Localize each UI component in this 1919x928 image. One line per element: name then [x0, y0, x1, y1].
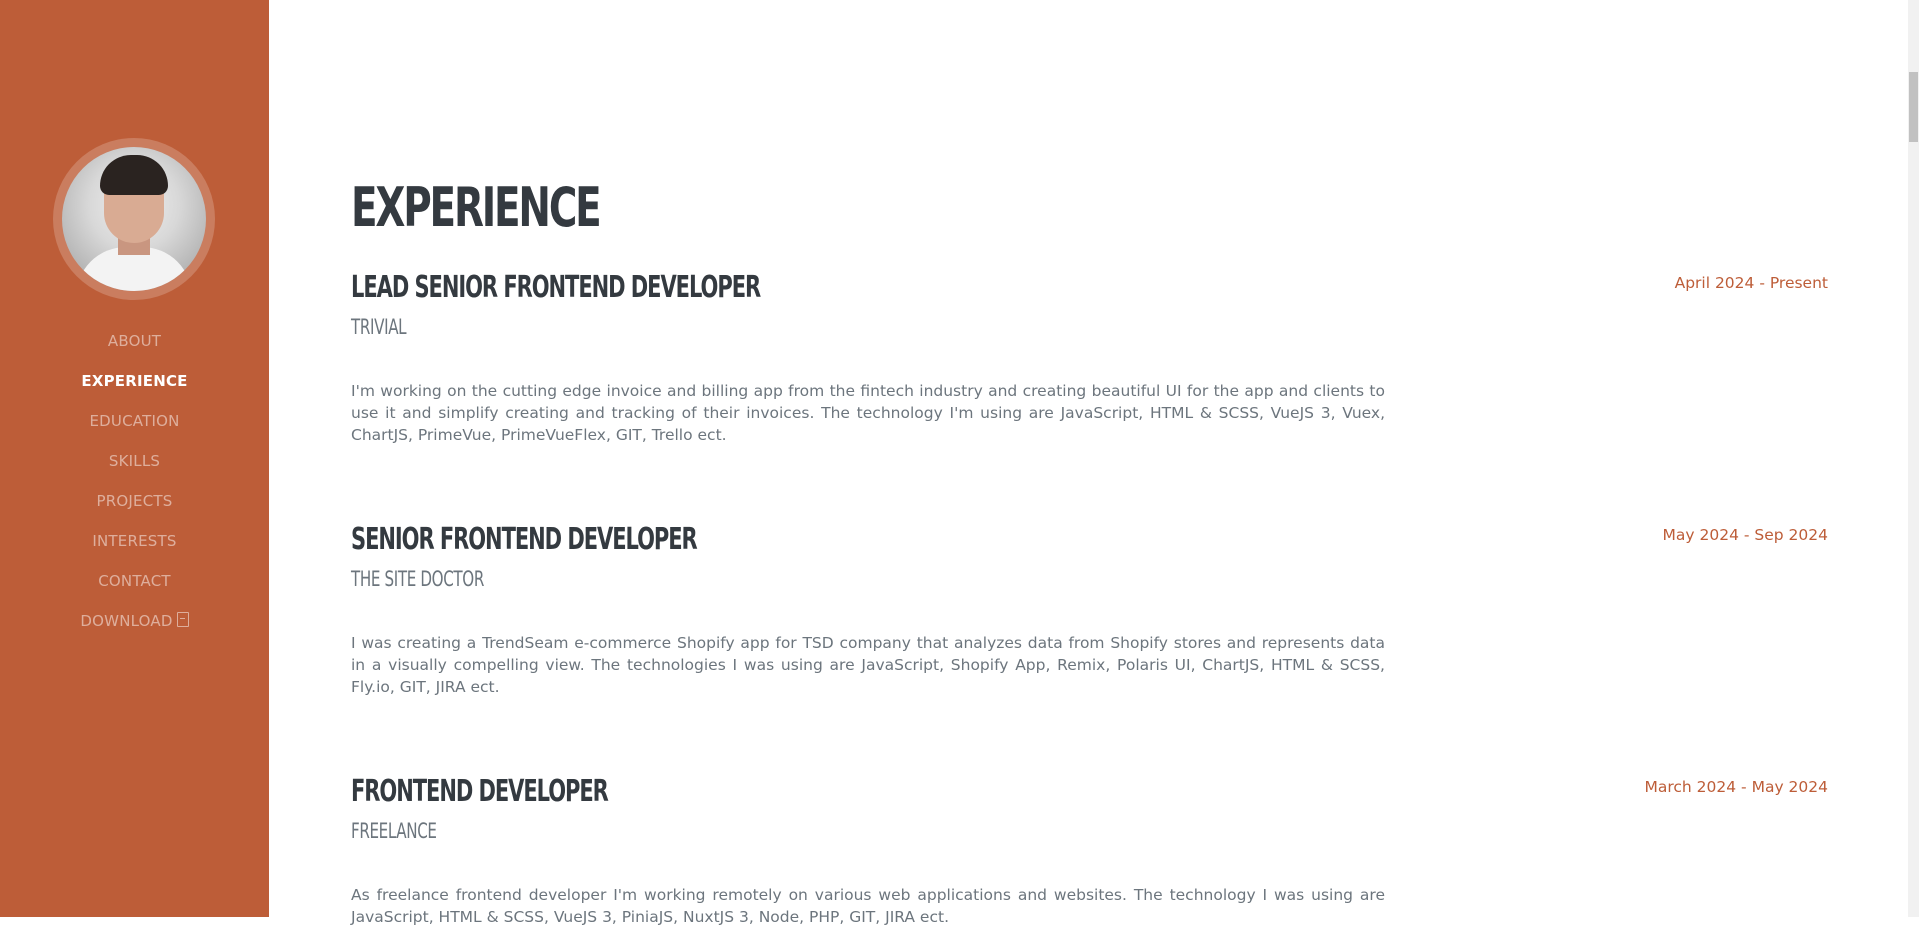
job-date: March 2024 - May 2024 [1644, 778, 1829, 796]
company-name: TRIVIAL [351, 315, 407, 339]
section-title: EXPERIENCE [351, 176, 602, 239]
sidebar-nav: ABOUT EXPERIENCE EDUCATION SKILLS PROJEC… [0, 321, 269, 641]
nav-item-contact[interactable]: CONTACT [0, 561, 269, 601]
job-title: SENIOR FRONTEND DEVELOPER [351, 522, 698, 557]
nav-item-label: EXPERIENCE [81, 372, 188, 390]
profile-photo [62, 147, 206, 291]
job-date: April 2024 - Present [1674, 274, 1828, 292]
nav-item-label: EDUCATION [89, 412, 180, 430]
company-name: FREELANCE [351, 819, 437, 843]
job-title: FRONTEND DEVELOPER [351, 774, 609, 809]
nav-item-experience[interactable]: EXPERIENCE [0, 361, 269, 401]
scrollbar-thumb[interactable] [1909, 72, 1918, 142]
profile-avatar [53, 138, 215, 300]
nav-item-skills[interactable]: SKILLS [0, 441, 269, 481]
job-description: As freelance frontend developer I'm work… [351, 886, 1385, 926]
nav-item-label: CONTACT [98, 572, 171, 590]
nav-item-about[interactable]: ABOUT [0, 321, 269, 361]
sidebar: ABOUT EXPERIENCE EDUCATION SKILLS PROJEC… [0, 0, 269, 917]
job-description: I was creating a TrendSeam e-commerce Sh… [351, 634, 1385, 696]
company-name: THE SITE DOCTOR [351, 567, 484, 591]
page-scrollbar[interactable] [1908, 0, 1919, 917]
pdf-file-icon [176, 612, 189, 627]
job-title: LEAD SENIOR FRONTEND DEVELOPER [351, 270, 761, 305]
nav-item-interests[interactable]: INTERESTS [0, 521, 269, 561]
nav-item-education[interactable]: EDUCATION [0, 401, 269, 441]
nav-item-label: SKILLS [108, 452, 161, 470]
nav-item-label: PROJECTS [96, 492, 173, 510]
nav-item-label: INTERESTS [92, 532, 177, 550]
nav-item-label: DOWNLOAD [80, 612, 173, 630]
nav-item-label: ABOUT [107, 332, 162, 350]
nav-item-projects[interactable]: PROJECTS [0, 481, 269, 521]
nav-item-download[interactable]: DOWNLOAD [0, 601, 269, 641]
job-description: I'm working on the cutting edge invoice … [351, 382, 1385, 444]
job-date: May 2024 - Sep 2024 [1662, 526, 1828, 544]
